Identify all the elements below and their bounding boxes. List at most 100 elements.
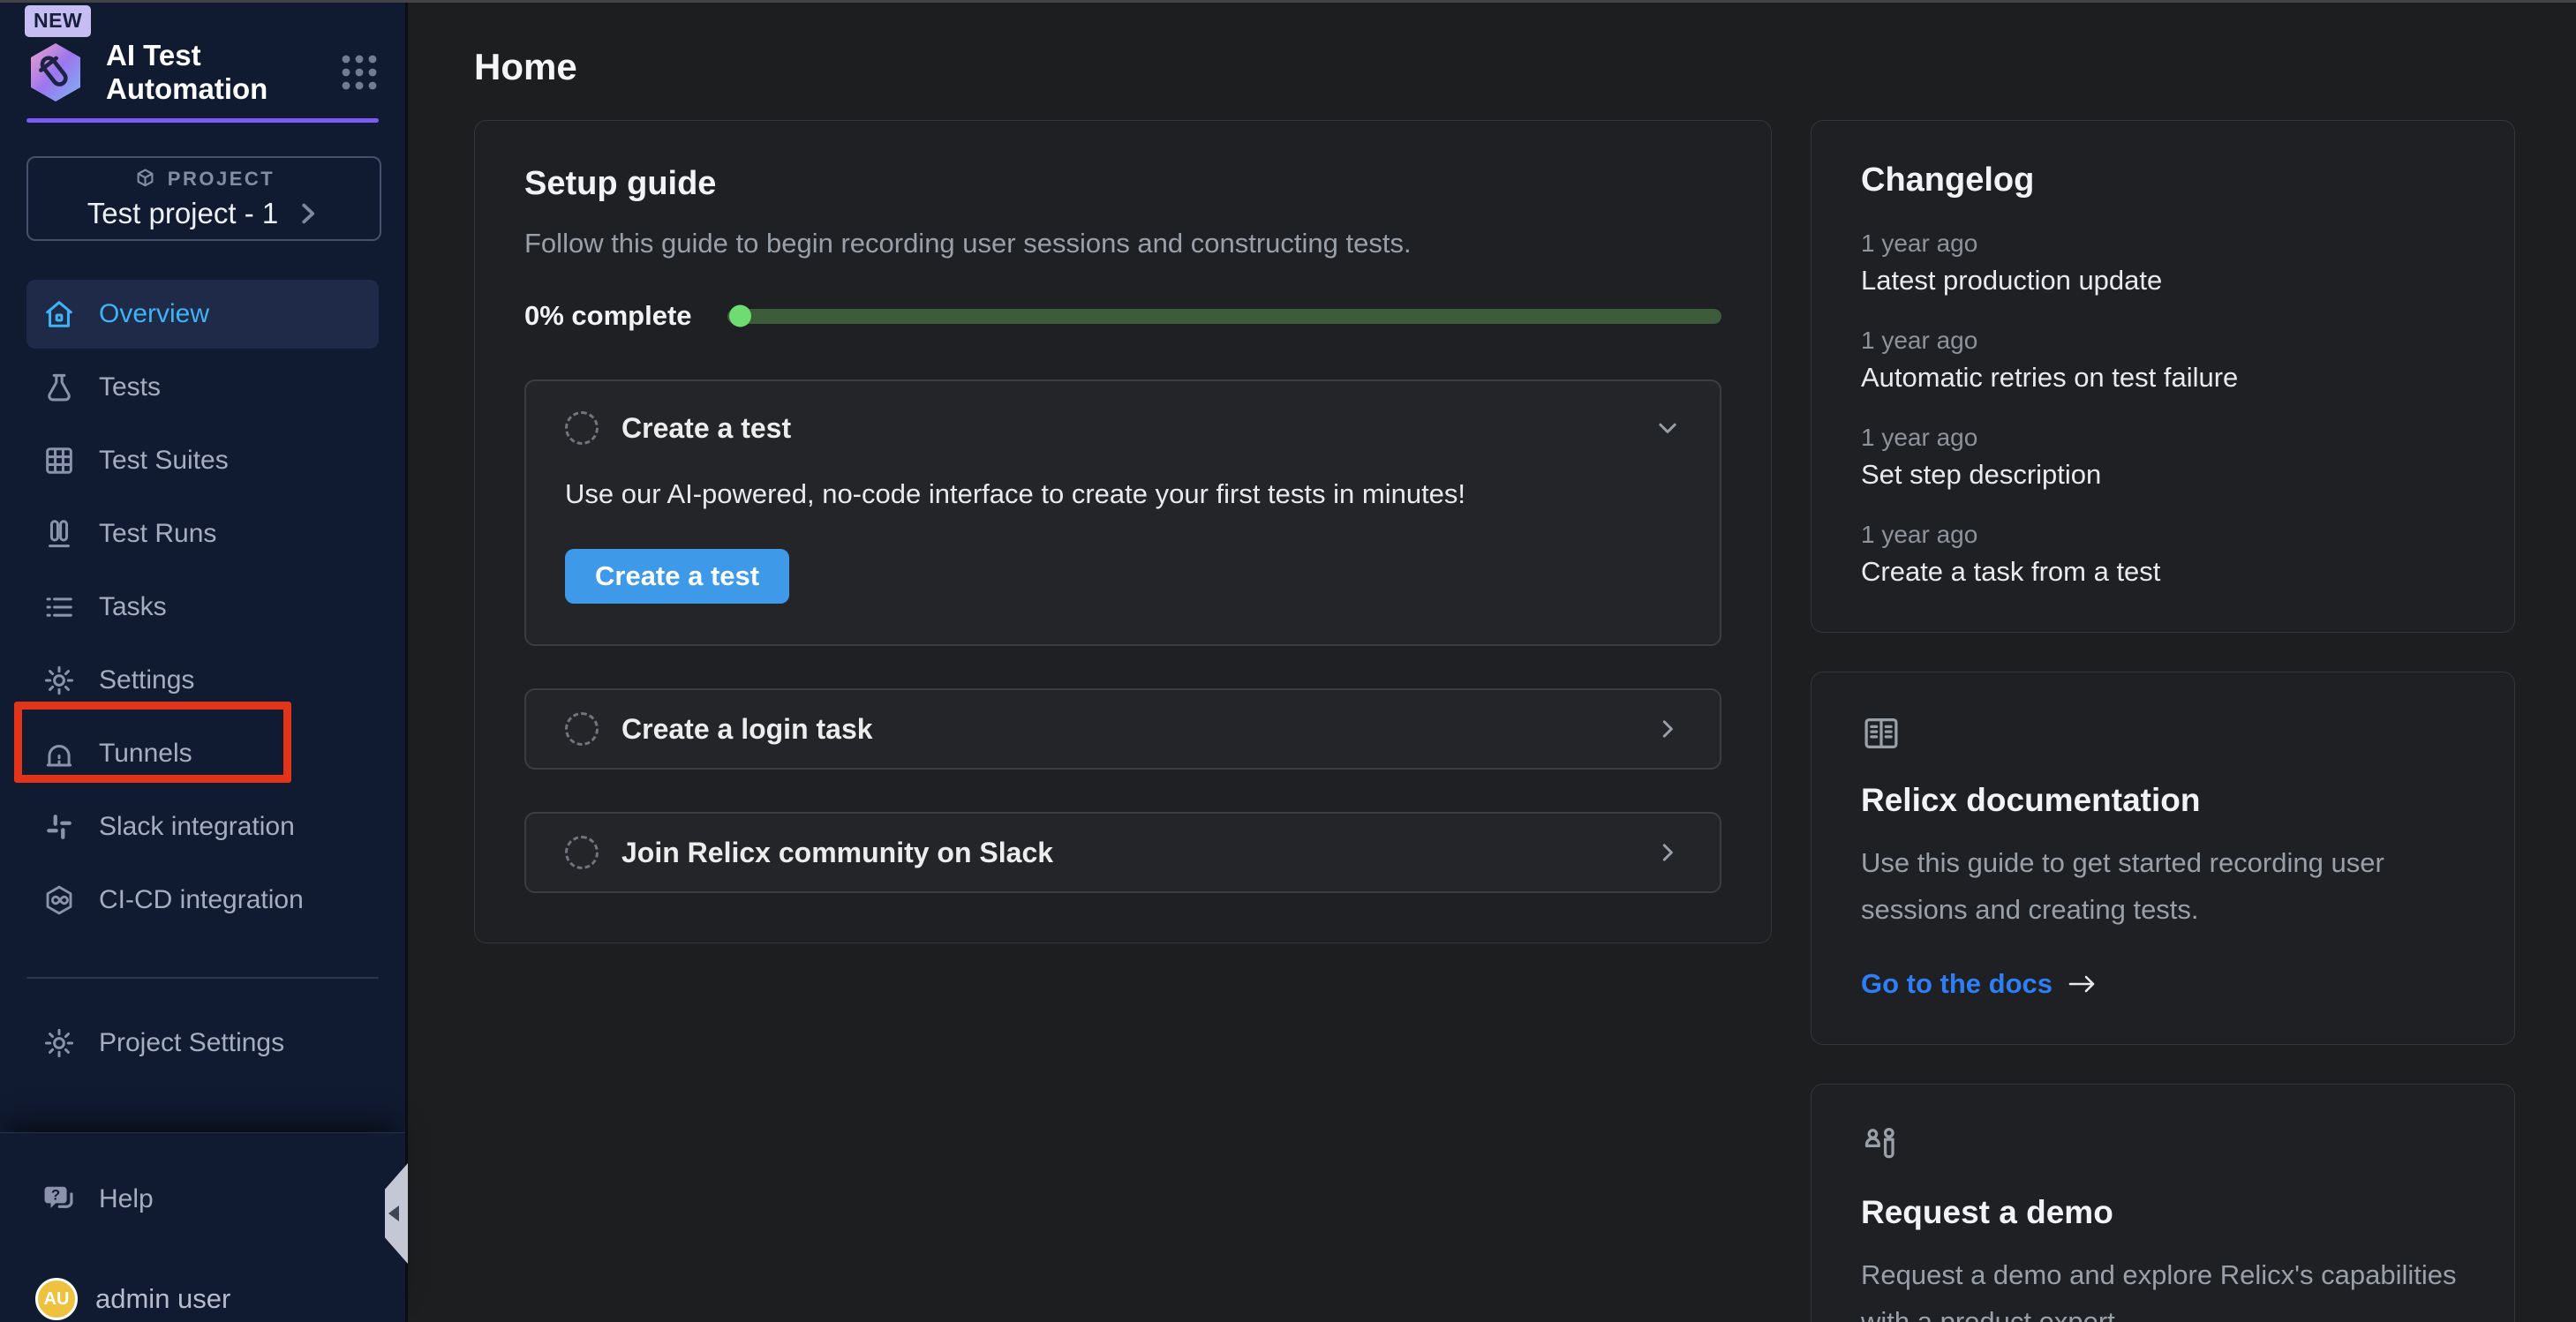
changelog-title: Changelog xyxy=(1861,161,2465,199)
changelog-entry: 1 year ago Create a task from a test xyxy=(1861,521,2465,588)
collapse-arrow-icon xyxy=(388,1206,399,1221)
changelog-entry: 1 year ago Latest production update xyxy=(1861,229,2465,297)
sidebar-item-label: Slack integration xyxy=(99,812,295,842)
chevron-down-icon xyxy=(1654,415,1681,441)
docs-card: Relicx documentation Use this guide to g… xyxy=(1811,672,2515,1045)
sidebar-item-label: Tasks xyxy=(99,592,167,622)
sidebar-item-label: Project Settings xyxy=(99,1028,284,1058)
sidebar-item-tasks[interactable]: Tasks xyxy=(26,573,379,642)
user-menu[interactable]: AU admin user xyxy=(35,1278,230,1320)
two-people-icon xyxy=(1861,1125,2465,1168)
gear-icon xyxy=(42,664,76,697)
app-logo-icon xyxy=(26,41,85,103)
chevron-right-icon xyxy=(1654,839,1681,866)
svg-text:?: ? xyxy=(51,1187,60,1204)
main-content: Home Setup guide Follow this guide to be… xyxy=(411,0,2576,1322)
step-pending-icon xyxy=(565,712,599,746)
changelog-card: Changelog 1 year ago Latest production u… xyxy=(1811,120,2515,633)
sidebar-item-tests[interactable]: Tests xyxy=(26,353,379,422)
changelog-entry-title: Automatic retries on test failure xyxy=(1861,362,2465,394)
apps-grid-icon[interactable] xyxy=(340,53,379,92)
step-title: Join Relicx community on Slack xyxy=(621,837,1053,869)
sidebar-item-tunnels[interactable]: Tunnels xyxy=(26,719,379,788)
setup-step-login-task[interactable]: Create a login task xyxy=(524,688,1721,770)
progress-bar xyxy=(727,309,1721,324)
arrow-right-icon xyxy=(2067,973,2098,995)
setup-step-create-test: Create a test Use our AI-powered, no-cod… xyxy=(524,379,1721,646)
sidebar-item-settings[interactable]: Settings xyxy=(26,646,379,715)
page-title: Home xyxy=(411,0,2576,88)
package-icon xyxy=(133,167,157,191)
project-selector[interactable]: PROJECT Test project - 1 xyxy=(26,156,381,241)
sidebar-item-overview[interactable]: Overview xyxy=(26,280,379,349)
chevron-right-icon xyxy=(1654,716,1681,742)
setup-step-join-slack[interactable]: Join Relicx community on Slack xyxy=(524,812,1721,893)
flask-icon xyxy=(42,371,76,404)
docs-description: Use this guide to get started recording … xyxy=(1861,840,2465,933)
step-pending-icon xyxy=(565,836,599,869)
changelog-time: 1 year ago xyxy=(1861,521,2465,549)
home-icon xyxy=(42,297,76,331)
demo-card: Request a demo Request a demo and explor… xyxy=(1811,1084,2515,1322)
setup-step-create-test-header[interactable]: Create a test xyxy=(565,411,1681,445)
sidebar-item-slack-integration[interactable]: Slack integration xyxy=(26,792,379,861)
sidebar-item-cicd-integration[interactable]: CI-CD integration xyxy=(26,866,379,935)
sidebar-nav: Overview Tests Test Suites xyxy=(26,280,379,1078)
grid-table-icon xyxy=(42,444,76,477)
sidebar-item-project-settings[interactable]: Project Settings xyxy=(26,1009,379,1078)
task-list-icon xyxy=(42,590,76,624)
brand-underline xyxy=(26,118,379,123)
new-badge: NEW xyxy=(25,5,91,37)
sidebar-item-label: Settings xyxy=(99,665,194,695)
sidebar-item-label: Help xyxy=(99,1184,154,1214)
setup-guide-card: Setup guide Follow this guide to begin r… xyxy=(474,120,1772,943)
hexagon-infinity-icon xyxy=(42,883,76,917)
sidebar-item-label: Test Runs xyxy=(99,519,216,549)
step-description: Use our AI-powered, no-code interface to… xyxy=(565,478,1681,510)
demo-title: Request a demo xyxy=(1861,1194,2465,1231)
changelog-entry-title: Create a task from a test xyxy=(1861,556,2465,588)
go-to-docs-link[interactable]: Go to the docs xyxy=(1861,968,2053,1000)
avatar: AU xyxy=(35,1278,78,1320)
setup-guide-subtitle: Follow this guide to begin recording use… xyxy=(524,228,1721,259)
setup-progress: 0% complete xyxy=(524,300,1721,332)
docs-title: Relicx documentation xyxy=(1861,782,2465,819)
project-label: PROJECT xyxy=(168,168,275,191)
changelog-time: 1 year ago xyxy=(1861,424,2465,452)
sidebar-item-label: Test Suites xyxy=(99,446,229,476)
tunnel-icon xyxy=(42,737,76,770)
slack-icon xyxy=(42,810,76,844)
chevron-right-icon xyxy=(294,200,320,227)
sidebar-item-label: Tests xyxy=(99,372,161,402)
step-title: Create a login task xyxy=(621,713,873,746)
progress-dot xyxy=(729,305,751,327)
changelog-time: 1 year ago xyxy=(1861,327,2465,355)
app-title: AI Test Automation xyxy=(106,39,319,106)
nav-divider xyxy=(26,977,379,979)
sidebar-item-label: CI-CD integration xyxy=(99,885,304,915)
user-name: admin user xyxy=(95,1283,230,1315)
sidebar-item-label: Tunnels xyxy=(99,739,192,769)
changelog-entry-title: Latest production update xyxy=(1861,265,2465,297)
demo-description: Request a demo and explore Relicx's capa… xyxy=(1861,1252,2465,1322)
changelog-time: 1 year ago xyxy=(1861,229,2465,258)
changelog-entry-title: Set step description xyxy=(1861,459,2465,491)
sidebar-bottom-section: ? Help AU admin user xyxy=(0,1132,405,1322)
progress-label: 0% complete xyxy=(524,300,692,332)
step-title: Create a test xyxy=(621,412,791,445)
changelog-entry: 1 year ago Automatic retries on test fai… xyxy=(1861,327,2465,394)
sidebar-item-test-runs[interactable]: Test Runs xyxy=(26,500,379,568)
changelog-entry: 1 year ago Set step description xyxy=(1861,424,2465,491)
create-test-button[interactable]: Create a test xyxy=(565,549,789,604)
sidebar-item-label: Overview xyxy=(99,299,209,329)
sidebar-item-test-suites[interactable]: Test Suites xyxy=(26,426,379,495)
open-book-icon xyxy=(1861,713,2465,755)
right-column: Changelog 1 year ago Latest production u… xyxy=(1811,120,2515,1322)
window-top-strip xyxy=(0,0,2576,3)
project-name: Test project - 1 xyxy=(87,197,278,230)
sidebar-item-help[interactable]: ? Help xyxy=(26,1165,379,1234)
setup-guide-title: Setup guide xyxy=(524,165,1721,203)
columns-icon xyxy=(42,517,76,551)
gear-icon xyxy=(42,1026,76,1060)
brand: AI Test Automation xyxy=(26,39,379,106)
